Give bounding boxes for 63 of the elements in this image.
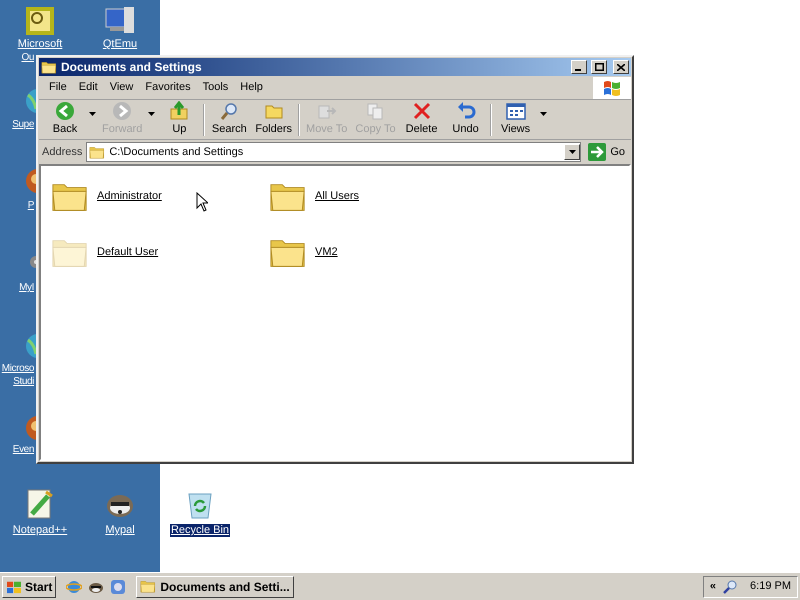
menu-item[interactable]: File — [43, 79, 73, 96]
menu-item[interactable]: Tools — [196, 79, 234, 96]
icon-label[interactable]: Microsoft — [16, 38, 64, 51]
folder-item[interactable]: Default User — [51, 230, 269, 274]
icon-label[interactable]: Studi — [12, 375, 35, 388]
icon-label[interactable]: Microso — [0, 362, 35, 375]
caret-icon — [540, 112, 547, 116]
caret-icon — [89, 112, 96, 116]
taskbar-button[interactable]: Documents and Setti... — [136, 576, 294, 598]
delete-icon — [412, 101, 432, 122]
close-button[interactable] — [613, 60, 629, 74]
toolbar-button[interactable]: Up — [157, 101, 202, 138]
minimize-button[interactable] — [571, 60, 587, 74]
maximize-button[interactable] — [591, 60, 607, 74]
cursor-icon — [196, 192, 208, 212]
close-icon — [617, 64, 625, 70]
menu-item[interactable]: Favorites — [139, 79, 197, 96]
folder-icon — [41, 60, 57, 74]
go-button[interactable]: Go — [585, 143, 628, 161]
folder-icon — [140, 579, 156, 594]
address-field[interactable]: C:\Documents and Settings — [86, 142, 582, 162]
minimize-icon — [575, 69, 581, 71]
menu-item[interactable]: Edit — [72, 79, 104, 96]
icon-label[interactable]: Ou — [20, 51, 35, 64]
icon-label[interactable]: Even — [12, 443, 35, 456]
undo-icon — [456, 101, 476, 122]
outlook-icon[interactable] — [24, 5, 56, 37]
toolbar-button[interactable]: Search — [207, 101, 252, 138]
dropdown-button[interactable] — [564, 144, 580, 160]
start-button[interactable]: Start — [2, 576, 56, 598]
icon-label[interactable]: Supe — [11, 118, 35, 131]
address-label: Address — [42, 144, 82, 160]
toolbar-button[interactable]: Delete — [400, 101, 444, 138]
icon-label[interactable]: Recycle Bin — [170, 524, 230, 537]
up-folder-icon — [169, 101, 190, 122]
windows-logo-icon — [6, 580, 22, 594]
caret-icon — [148, 112, 156, 116]
toolbar-button[interactable]: Back — [43, 101, 87, 138]
toolbar-button[interactable]: Undo — [444, 101, 488, 138]
views-grid-icon — [506, 101, 526, 122]
window-title: Documents and Settings — [61, 59, 203, 76]
magnifier-icon[interactable] — [722, 578, 738, 594]
app-icon[interactable] — [110, 578, 126, 594]
toolbar-button[interactable]: Folders — [251, 101, 296, 138]
folder-icon — [89, 144, 106, 160]
tray-chevron[interactable]: « — [710, 578, 716, 595]
caret-icon — [568, 150, 576, 154]
clock: 6:19 PM — [749, 579, 791, 594]
icon-label[interactable]: Mypal — [104, 524, 136, 537]
icon-label[interactable]: MyI — [18, 281, 35, 294]
folder-item[interactable]: VM2 — [269, 230, 487, 274]
maximize-icon — [594, 63, 604, 71]
folder-item[interactable]: Administrator — [51, 174, 269, 218]
search-icon — [219, 101, 240, 122]
menu-item[interactable]: View — [104, 79, 140, 96]
icon-label[interactable]: QtEmu — [102, 38, 138, 51]
copy-to-icon — [365, 101, 386, 122]
folder-item[interactable]: All Users — [269, 174, 487, 218]
icon-label[interactable]: Notepad++ — [12, 524, 68, 537]
icon-label[interactable]: P — [26, 199, 35, 212]
windows-logo-icon — [593, 76, 631, 98]
toolbar-button[interactable]: Views — [494, 101, 538, 138]
menu-item[interactable]: Help — [234, 79, 269, 96]
